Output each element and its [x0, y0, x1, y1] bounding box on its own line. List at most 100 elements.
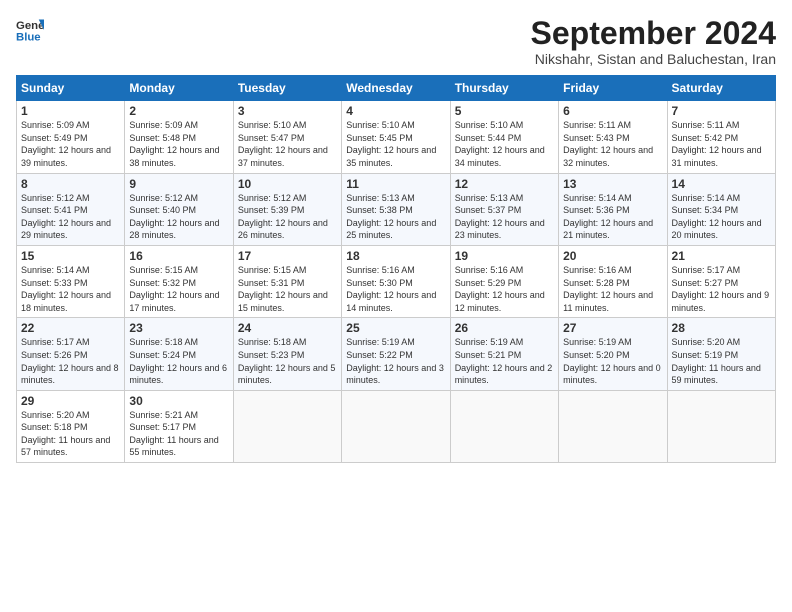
day-number: 12 [455, 177, 554, 191]
day-info: Sunrise: 5:13 AM Sunset: 5:37 PM Dayligh… [455, 192, 554, 242]
day-number: 11 [346, 177, 445, 191]
day-number: 5 [455, 104, 554, 118]
calendar-cell: 29 Sunrise: 5:20 AM Sunset: 5:18 PM Dayl… [17, 390, 125, 462]
day-info: Sunrise: 5:10 AM Sunset: 5:44 PM Dayligh… [455, 119, 554, 169]
day-info: Sunrise: 5:19 AM Sunset: 5:20 PM Dayligh… [563, 336, 662, 386]
calendar-cell: 10 Sunrise: 5:12 AM Sunset: 5:39 PM Dayl… [233, 173, 341, 245]
logo-icon: General Blue [16, 16, 44, 44]
calendar-cell: 7 Sunrise: 5:11 AM Sunset: 5:42 PM Dayli… [667, 101, 775, 173]
day-info: Sunrise: 5:18 AM Sunset: 5:24 PM Dayligh… [129, 336, 228, 386]
calendar-cell: 14 Sunrise: 5:14 AM Sunset: 5:34 PM Dayl… [667, 173, 775, 245]
day-info: Sunrise: 5:11 AM Sunset: 5:42 PM Dayligh… [672, 119, 771, 169]
calendar-cell: 26 Sunrise: 5:19 AM Sunset: 5:21 PM Dayl… [450, 318, 558, 390]
calendar-cell: 15 Sunrise: 5:14 AM Sunset: 5:33 PM Dayl… [17, 245, 125, 317]
calendar-cell: 17 Sunrise: 5:15 AM Sunset: 5:31 PM Dayl… [233, 245, 341, 317]
weekday-header-tuesday: Tuesday [233, 76, 341, 101]
calendar-cell: 25 Sunrise: 5:19 AM Sunset: 5:22 PM Dayl… [342, 318, 450, 390]
day-number: 26 [455, 321, 554, 335]
calendar-cell: 4 Sunrise: 5:10 AM Sunset: 5:45 PM Dayli… [342, 101, 450, 173]
calendar-cell: 28 Sunrise: 5:20 AM Sunset: 5:19 PM Dayl… [667, 318, 775, 390]
day-number: 1 [21, 104, 120, 118]
subtitle: Nikshahr, Sistan and Baluchestan, Iran [531, 51, 776, 67]
day-info: Sunrise: 5:11 AM Sunset: 5:43 PM Dayligh… [563, 119, 662, 169]
calendar-cell: 3 Sunrise: 5:10 AM Sunset: 5:47 PM Dayli… [233, 101, 341, 173]
day-number: 28 [672, 321, 771, 335]
weekday-header-thursday: Thursday [450, 76, 558, 101]
day-info: Sunrise: 5:20 AM Sunset: 5:18 PM Dayligh… [21, 409, 120, 459]
day-number: 18 [346, 249, 445, 263]
calendar-week-5: 29 Sunrise: 5:20 AM Sunset: 5:18 PM Dayl… [17, 390, 776, 462]
day-number: 14 [672, 177, 771, 191]
day-number: 20 [563, 249, 662, 263]
calendar-cell [559, 390, 667, 462]
day-number: 16 [129, 249, 228, 263]
day-number: 17 [238, 249, 337, 263]
calendar-cell: 11 Sunrise: 5:13 AM Sunset: 5:38 PM Dayl… [342, 173, 450, 245]
calendar-cell: 20 Sunrise: 5:16 AM Sunset: 5:28 PM Dayl… [559, 245, 667, 317]
day-number: 29 [21, 394, 120, 408]
calendar-cell: 21 Sunrise: 5:17 AM Sunset: 5:27 PM Dayl… [667, 245, 775, 317]
day-info: Sunrise: 5:16 AM Sunset: 5:29 PM Dayligh… [455, 264, 554, 314]
header: General Blue September 2024 Nikshahr, Si… [16, 16, 776, 67]
day-info: Sunrise: 5:18 AM Sunset: 5:23 PM Dayligh… [238, 336, 337, 386]
day-info: Sunrise: 5:17 AM Sunset: 5:26 PM Dayligh… [21, 336, 120, 386]
day-info: Sunrise: 5:20 AM Sunset: 5:19 PM Dayligh… [672, 336, 771, 386]
calendar-cell: 30 Sunrise: 5:21 AM Sunset: 5:17 PM Dayl… [125, 390, 233, 462]
day-info: Sunrise: 5:21 AM Sunset: 5:17 PM Dayligh… [129, 409, 228, 459]
calendar-cell: 27 Sunrise: 5:19 AM Sunset: 5:20 PM Dayl… [559, 318, 667, 390]
weekday-header-row: SundayMondayTuesdayWednesdayThursdayFrid… [17, 76, 776, 101]
month-title: September 2024 [531, 16, 776, 51]
day-number: 7 [672, 104, 771, 118]
day-number: 3 [238, 104, 337, 118]
calendar-week-1: 1 Sunrise: 5:09 AM Sunset: 5:49 PM Dayli… [17, 101, 776, 173]
day-info: Sunrise: 5:19 AM Sunset: 5:21 PM Dayligh… [455, 336, 554, 386]
calendar-cell [233, 390, 341, 462]
day-info: Sunrise: 5:10 AM Sunset: 5:45 PM Dayligh… [346, 119, 445, 169]
calendar-cell: 22 Sunrise: 5:17 AM Sunset: 5:26 PM Dayl… [17, 318, 125, 390]
calendar-cell [342, 390, 450, 462]
svg-text:Blue: Blue [16, 32, 41, 44]
weekday-header-monday: Monday [125, 76, 233, 101]
day-info: Sunrise: 5:19 AM Sunset: 5:22 PM Dayligh… [346, 336, 445, 386]
day-number: 27 [563, 321, 662, 335]
svg-text:General: General [16, 20, 44, 32]
day-number: 13 [563, 177, 662, 191]
day-info: Sunrise: 5:14 AM Sunset: 5:33 PM Dayligh… [21, 264, 120, 314]
calendar-cell: 13 Sunrise: 5:14 AM Sunset: 5:36 PM Dayl… [559, 173, 667, 245]
day-number: 30 [129, 394, 228, 408]
calendar-cell: 1 Sunrise: 5:09 AM Sunset: 5:49 PM Dayli… [17, 101, 125, 173]
calendar-week-4: 22 Sunrise: 5:17 AM Sunset: 5:26 PM Dayl… [17, 318, 776, 390]
day-info: Sunrise: 5:16 AM Sunset: 5:28 PM Dayligh… [563, 264, 662, 314]
day-info: Sunrise: 5:12 AM Sunset: 5:39 PM Dayligh… [238, 192, 337, 242]
day-info: Sunrise: 5:12 AM Sunset: 5:41 PM Dayligh… [21, 192, 120, 242]
calendar-week-3: 15 Sunrise: 5:14 AM Sunset: 5:33 PM Dayl… [17, 245, 776, 317]
title-block: September 2024 Nikshahr, Sistan and Balu… [531, 16, 776, 67]
day-info: Sunrise: 5:15 AM Sunset: 5:32 PM Dayligh… [129, 264, 228, 314]
day-number: 6 [563, 104, 662, 118]
day-number: 23 [129, 321, 228, 335]
day-info: Sunrise: 5:12 AM Sunset: 5:40 PM Dayligh… [129, 192, 228, 242]
calendar-cell: 6 Sunrise: 5:11 AM Sunset: 5:43 PM Dayli… [559, 101, 667, 173]
day-info: Sunrise: 5:10 AM Sunset: 5:47 PM Dayligh… [238, 119, 337, 169]
day-number: 8 [21, 177, 120, 191]
day-number: 4 [346, 104, 445, 118]
calendar-cell: 19 Sunrise: 5:16 AM Sunset: 5:29 PM Dayl… [450, 245, 558, 317]
day-info: Sunrise: 5:14 AM Sunset: 5:34 PM Dayligh… [672, 192, 771, 242]
day-number: 10 [238, 177, 337, 191]
weekday-header-sunday: Sunday [17, 76, 125, 101]
day-info: Sunrise: 5:15 AM Sunset: 5:31 PM Dayligh… [238, 264, 337, 314]
calendar-week-2: 8 Sunrise: 5:12 AM Sunset: 5:41 PM Dayli… [17, 173, 776, 245]
calendar-cell [450, 390, 558, 462]
day-number: 9 [129, 177, 228, 191]
calendar-cell: 16 Sunrise: 5:15 AM Sunset: 5:32 PM Dayl… [125, 245, 233, 317]
calendar-cell: 2 Sunrise: 5:09 AM Sunset: 5:48 PM Dayli… [125, 101, 233, 173]
day-number: 19 [455, 249, 554, 263]
day-info: Sunrise: 5:09 AM Sunset: 5:49 PM Dayligh… [21, 119, 120, 169]
day-number: 22 [21, 321, 120, 335]
calendar-cell: 12 Sunrise: 5:13 AM Sunset: 5:37 PM Dayl… [450, 173, 558, 245]
calendar-cell: 5 Sunrise: 5:10 AM Sunset: 5:44 PM Dayli… [450, 101, 558, 173]
day-number: 15 [21, 249, 120, 263]
calendar-table: SundayMondayTuesdayWednesdayThursdayFrid… [16, 75, 776, 463]
day-number: 2 [129, 104, 228, 118]
day-info: Sunrise: 5:09 AM Sunset: 5:48 PM Dayligh… [129, 119, 228, 169]
